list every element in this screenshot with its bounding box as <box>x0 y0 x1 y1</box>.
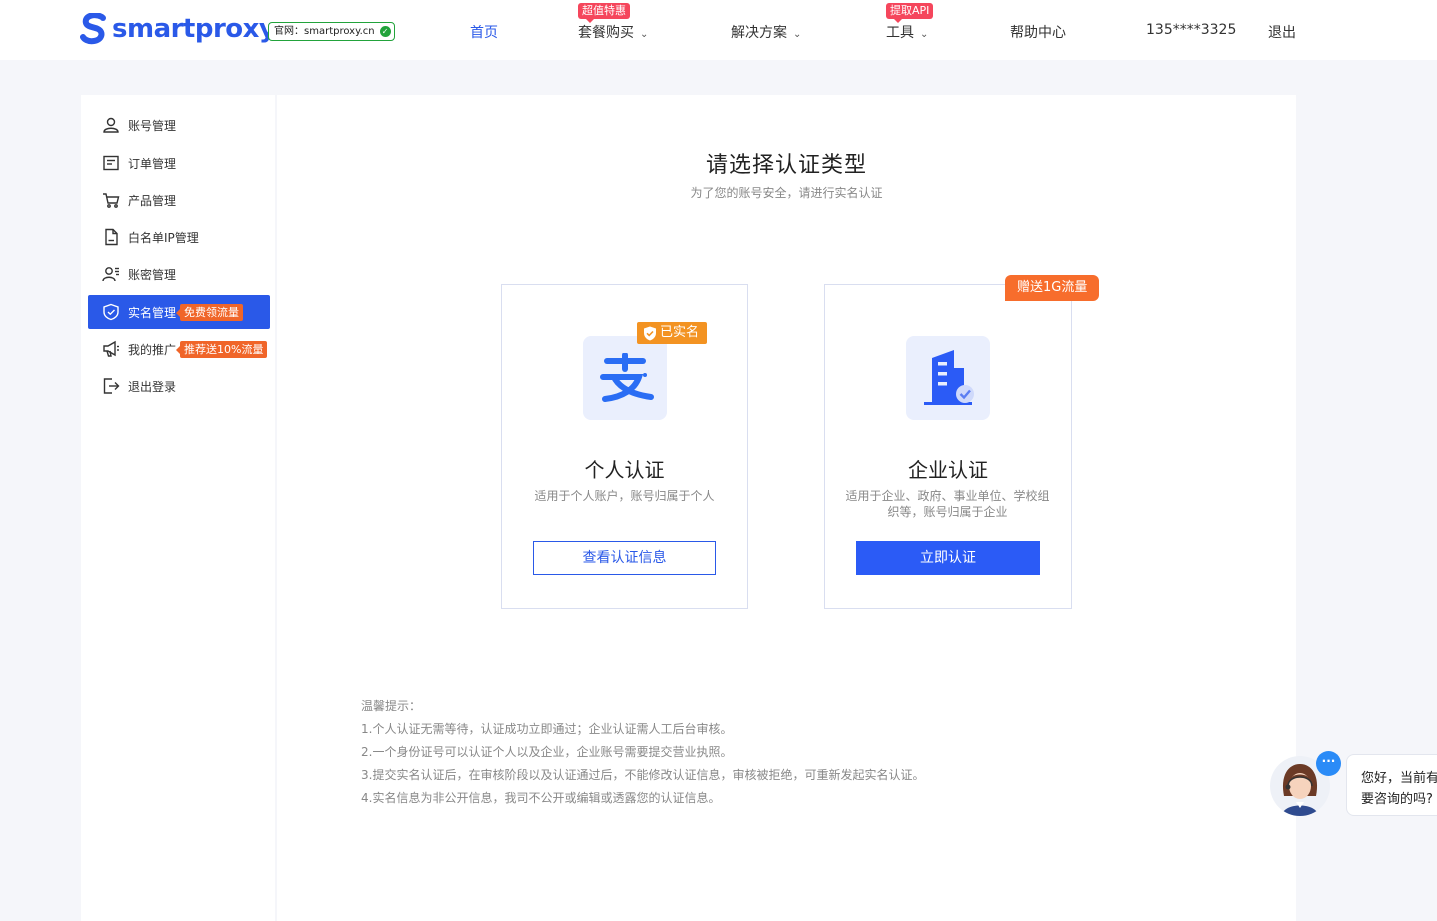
alipay-icon <box>583 336 667 420</box>
tips-heading: 温馨提示： <box>361 699 422 713</box>
top-header: smartproxy 官网：smartproxy.cn ✓ 首页 超值特惠 套餐… <box>0 0 1437 60</box>
nav-package-label: 套餐购买 <box>578 25 634 41</box>
personal-cert-card: 已实名 个人认证 适用于个人账户，账号归属于个人 查看认证信息 <box>501 284 748 609</box>
bonus-traffic-badge: 赠送1G流量 <box>1005 275 1100 301</box>
check-icon: ✓ <box>379 26 391 37</box>
start-enterprise-cert-button[interactable]: 立即认证 <box>856 541 1040 575</box>
verified-badge-label: 已实名 <box>660 325 700 340</box>
nav-home[interactable]: 首页 <box>470 22 498 42</box>
free-traffic-tag: 免费领流量 <box>176 303 244 321</box>
sidebar-item-label: 白名单IP管理 <box>128 230 199 245</box>
nav-package-badge: 超值特惠 <box>578 3 630 23</box>
main-content: 请选择认证类型 为了您的账号安全，请进行实名认证 已实名 个人认证 适用于个人账… <box>277 95 1296 921</box>
logout-link[interactable]: 退出 <box>1268 22 1296 42</box>
logo-mark-icon <box>80 13 106 45</box>
page-title: 请选择认证类型 <box>705 153 867 178</box>
card-description: 适用于个人账户，账号归属于个人 <box>534 489 715 503</box>
chat-greeting-line: 您好，当前有 <box>1361 771 1437 786</box>
card-title: 企业认证 <box>908 458 988 482</box>
card-description: 适用于企业、政府、事业单位、学校组织等，账号归属于企业 <box>845 489 1050 519</box>
nav-solutions-label: 解决方案 <box>731 25 787 41</box>
sidebar-item-promotion[interactable]: 我的推广 推荐送10%流量 <box>88 332 270 366</box>
tips-section: 温馨提示： 1.个人认证无需等待，认证成功立即通过；企业认证需人工后台审核。 2… <box>361 695 924 810</box>
official-site-badge[interactable]: 官网：smartproxy.cn ✓ <box>268 22 395 41</box>
logo[interactable]: smartproxy <box>80 13 276 45</box>
chevron-down-icon: ⌄ <box>793 29 802 40</box>
nav-tools[interactable]: 工具 ⌄ <box>886 22 928 42</box>
sidebar-item-credentials[interactable]: 账密管理 <box>88 257 270 291</box>
tip-line: 4.实名信息为非公开信息，我司不公开或编辑或透露您的认证信息。 <box>361 791 721 805</box>
enterprise-cert-card: 赠送1G流量 企业认证 适用于企业、政府、事业单位、学校组织等，账号归属于企业 … <box>824 275 1100 609</box>
sidebar-item-whitelist[interactable]: 白名单IP管理 <box>88 220 270 254</box>
verified-badge: 已实名 <box>637 322 708 344</box>
sidebar-item-label: 账密管理 <box>128 267 177 282</box>
nav-help-label: 帮助中心 <box>1010 25 1066 41</box>
tip-line: 2.一个身份证号可以认证个人以及企业，企业账号需要提交营业执照。 <box>361 745 733 759</box>
user-phone[interactable]: 135****3325 <box>1146 22 1236 38</box>
sidebar-item-label: 实名管理 <box>128 305 177 320</box>
nav-solutions[interactable]: 解决方案 ⌄ <box>731 22 801 42</box>
logo-text: smartproxy <box>112 14 276 44</box>
sidebar-item-label: 账号管理 <box>128 118 177 133</box>
sidebar-item-orders[interactable]: 订单管理 <box>88 146 270 180</box>
referral-bonus-tag: 推荐送10%流量 <box>175 340 268 358</box>
sidebar-item-label: 退出登录 <box>128 379 177 394</box>
nav-package[interactable]: 套餐购买 ⌄ <box>578 22 648 42</box>
shield-check-icon <box>644 326 656 340</box>
sidebar-item-account[interactable]: 账号管理 <box>88 108 270 142</box>
chat-greeting-line: 要咨询的吗? <box>1361 792 1433 807</box>
order-icon <box>102 154 120 172</box>
chevron-down-icon: ⌄ <box>920 29 929 40</box>
tip-line: 1.个人认证无需等待，认证成功立即通过；企业认证需人工后台审核。 <box>361 722 733 736</box>
shield-icon <box>102 303 120 321</box>
sidebar-item-realname[interactable]: 实名管理 免费领流量 <box>88 295 270 329</box>
nav-help[interactable]: 帮助中心 <box>1010 22 1066 42</box>
nav-tools-label: 工具 <box>886 25 914 41</box>
user-icon <box>102 116 120 134</box>
chat-icon[interactable]: ··· <box>1316 751 1341 776</box>
sidebar-item-label: 我的推广 <box>128 342 177 357</box>
file-icon <box>102 228 120 246</box>
nav-tools-badge: 提取API <box>886 3 934 23</box>
chat-greeting-bubble[interactable]: 您好，当前有 要咨询的吗? <box>1346 754 1437 816</box>
tip-line: 3.提交实名认证后，在审核阶段以及认证通过后，不能修改认证信息，审核被拒绝，可重… <box>361 768 925 782</box>
page-subtitle: 为了您的账号安全，请进行实名认证 <box>690 186 883 200</box>
sidebar-item-label: 订单管理 <box>128 156 177 171</box>
building-icon <box>906 336 990 420</box>
cart-icon <box>102 191 120 209</box>
card-title: 个人认证 <box>584 458 665 482</box>
view-cert-info-button[interactable]: 查看认证信息 <box>533 541 716 575</box>
megaphone-icon <box>102 340 120 358</box>
sidebar-item-logout[interactable]: 退出登录 <box>88 369 270 403</box>
nav-home-label: 首页 <box>470 25 498 41</box>
site-badge-label: 官网：smartproxy.cn <box>274 26 375 37</box>
chevron-down-icon: ⌄ <box>640 29 649 40</box>
sidebar-item-products[interactable]: 产品管理 <box>88 183 270 217</box>
logout-icon <box>102 377 120 395</box>
user-key-icon <box>102 265 120 283</box>
sidebar: 账号管理 订单管理 产品管理 白名单IP管理 账密管理 实名管理 免费领流量 我… <box>81 95 275 921</box>
sidebar-item-label: 产品管理 <box>128 193 177 208</box>
